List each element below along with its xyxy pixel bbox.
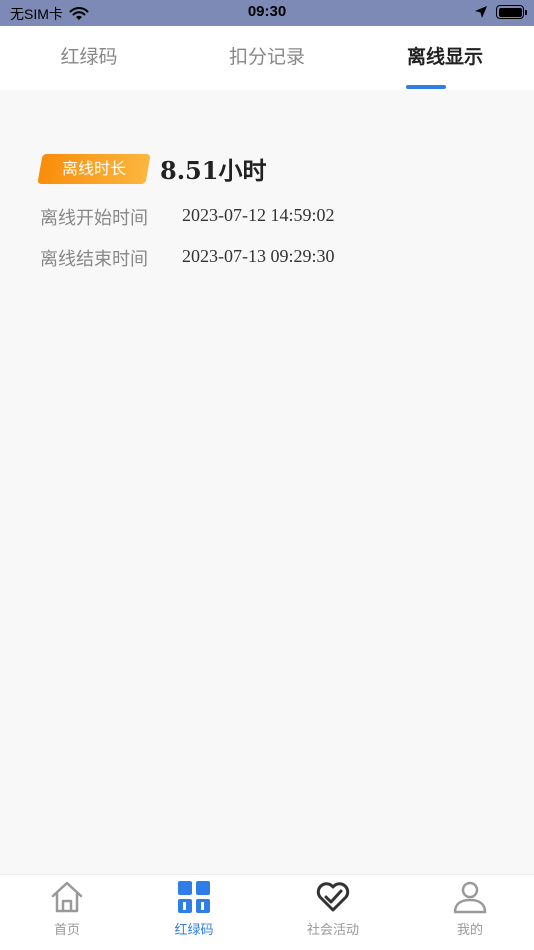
location-arrow-icon xyxy=(475,6,487,18)
duration-badge-label: 离线时长 xyxy=(61,159,126,178)
nav-health-code-label: 红绿码 xyxy=(174,923,214,938)
end-time-label: 离线结束时间 xyxy=(40,249,148,270)
nav-home[interactable]: 首页 xyxy=(0,875,134,950)
tab-deduction-records[interactable]: 扣分记录 xyxy=(178,26,356,90)
nav-social-activity-label: 社会活动 xyxy=(306,923,359,938)
nav-home-label: 首页 xyxy=(53,923,80,938)
bottom-nav: 首页 红绿码 社会活动 我的 xyxy=(0,874,534,950)
tab-health-code[interactable]: 红绿码 xyxy=(0,26,178,90)
active-tab-indicator xyxy=(406,85,446,89)
offline-duration: 8.51小时 xyxy=(160,156,267,185)
nav-social-activity[interactable]: 社会活动 xyxy=(266,875,400,950)
tab-offline-display[interactable]: 离线显示 xyxy=(356,26,534,90)
tab-bar: 红绿码 扣分记录 离线显示 xyxy=(0,26,534,90)
nav-health-code[interactable]: 红绿码 xyxy=(127,875,261,950)
grid-icon xyxy=(178,881,210,913)
nav-profile-label: 我的 xyxy=(456,923,483,938)
start-time-value: 2023-07-12 14:59:02 xyxy=(182,205,335,225)
user-icon xyxy=(453,881,487,914)
status-time: 09:30 xyxy=(247,3,287,20)
status-right xyxy=(474,5,527,19)
heart-check-icon xyxy=(316,882,350,912)
start-time-label: 离线开始时间 xyxy=(40,208,148,229)
battery-icon xyxy=(496,5,527,19)
status-bar: 无SIM卡 09:30 xyxy=(0,0,534,26)
end-time-value: 2023-07-13 09:29:30 xyxy=(182,246,335,266)
home-icon xyxy=(51,881,83,913)
offline-content: 离线时长 8.51小时 离线开始时间 2023-07-12 14:59:02 离… xyxy=(0,90,534,874)
nav-profile[interactable]: 我的 xyxy=(403,875,534,950)
